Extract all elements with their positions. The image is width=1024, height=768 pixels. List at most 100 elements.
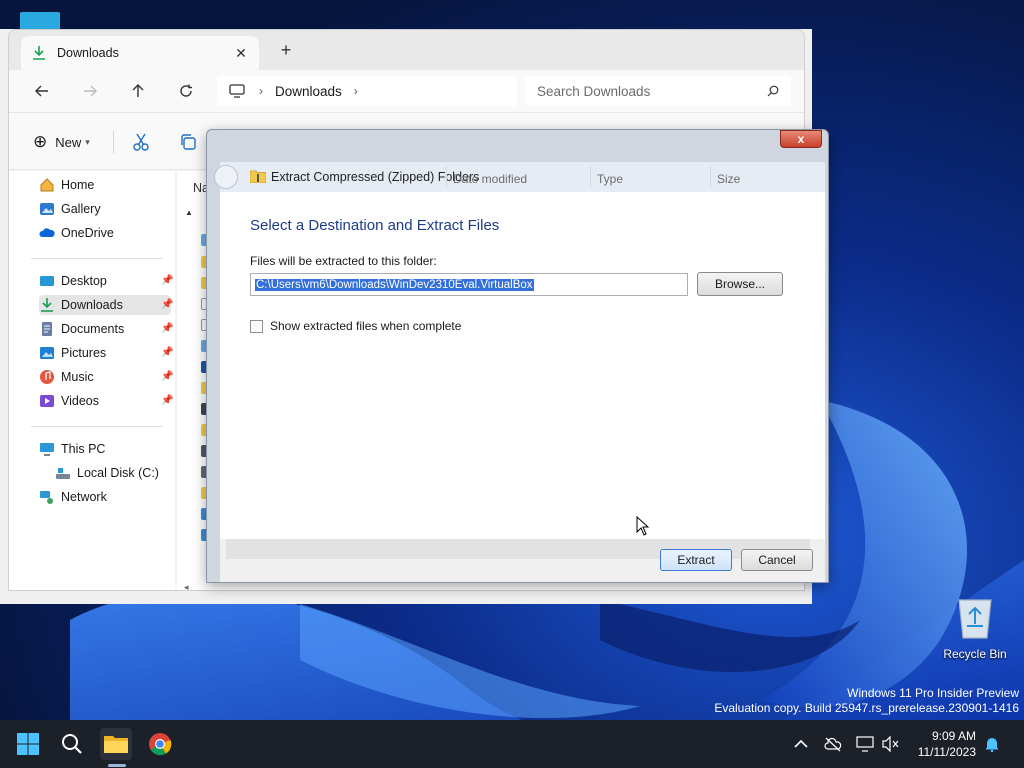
nav-item-this-pc[interactable]: This PC	[39, 439, 171, 459]
pin-icon[interactable]: 📌	[161, 371, 173, 383]
pin-icon[interactable]: 📌	[161, 323, 173, 335]
chevron-right-icon[interactable]: ›	[259, 84, 263, 98]
clock-time: 9:09 AM	[931, 729, 976, 743]
dialog-footer: Extract Cancel	[220, 539, 825, 582]
evaluation-watermark: Windows 11 Pro Insider Preview Evaluatio…	[714, 686, 1019, 716]
nav-item-label: Documents	[61, 322, 125, 336]
dialog-heading: Select a Destination and Extract Files	[250, 217, 500, 234]
monitor-icon	[229, 84, 245, 98]
new-tab-button[interactable]: +	[277, 40, 295, 60]
search-input[interactable]: Search Downloads	[525, 76, 791, 106]
watermark-line-1: Windows 11 Pro Insider Preview	[847, 686, 1019, 700]
column-separator	[710, 166, 711, 188]
desktop-icon	[40, 276, 54, 286]
nav-item-label: This PC	[61, 442, 106, 456]
nav-item-videos[interactable]: Videos 📌	[39, 391, 173, 411]
nav-item-local-disk[interactable]: Local Disk (C:)	[55, 463, 187, 483]
watermark-line-2: Evaluation copy. Build 25947.rs_prerelea…	[714, 701, 1019, 715]
nav-item-downloads[interactable]: Downloads 📌	[39, 295, 173, 315]
mouse-cursor-icon	[636, 516, 650, 536]
taskbar-clock[interactable]: 9:09 AM 11/11/2023	[900, 728, 976, 760]
nav-item-label: Pictures	[61, 346, 107, 360]
show-hidden-icons-button[interactable]	[791, 734, 811, 754]
search-icon	[62, 734, 82, 754]
show-files-label[interactable]: Show extracted files when complete	[270, 319, 461, 333]
new-button[interactable]: ⊕ New ▾	[33, 132, 90, 152]
videos-icon	[40, 395, 54, 407]
back-arrow-icon[interactable]	[214, 165, 238, 189]
pin-icon[interactable]: 📌	[161, 275, 173, 287]
collapse-caret-icon[interactable]: ▲	[185, 208, 193, 217]
ghost-column-size: Size	[717, 172, 741, 186]
windows-logo-icon	[17, 733, 39, 755]
address-bar[interactable]: › Downloads ›	[217, 76, 517, 106]
nav-item-music[interactable]: Music 📌	[39, 367, 173, 387]
nav-item-network[interactable]: Network	[39, 487, 171, 507]
speaker-muted-icon	[882, 736, 899, 752]
command-separator	[113, 131, 114, 153]
nav-item-label: Home	[61, 178, 95, 192]
scroll-left-icon[interactable]: ◂	[184, 582, 189, 590]
dialog-titlebar[interactable]: x	[207, 130, 828, 162]
copy-icon[interactable]	[179, 133, 197, 151]
active-app-indicator	[108, 764, 126, 767]
browse-button[interactable]: Browse...	[697, 272, 783, 296]
nav-item-desktop[interactable]: Desktop 📌	[39, 271, 173, 291]
nav-item-home[interactable]: Home	[39, 175, 171, 195]
cancel-button[interactable]: Cancel	[741, 549, 813, 571]
search-button[interactable]	[56, 728, 88, 760]
chevron-down-icon: ▾	[85, 136, 90, 147]
arrow-left-icon	[35, 85, 48, 97]
refresh-button[interactable]	[175, 80, 197, 102]
show-files-checkbox[interactable]	[250, 320, 263, 333]
up-button[interactable]	[127, 80, 149, 102]
navigation-bar: › Downloads › Search Downloads	[9, 70, 804, 112]
nav-item-label: Gallery	[61, 202, 101, 216]
pin-icon[interactable]: 📌	[161, 395, 173, 407]
nav-divider	[31, 258, 163, 259]
forward-button[interactable]	[79, 80, 101, 102]
clock-date: 11/11/2023	[917, 745, 976, 759]
recycle-bin-icon	[958, 599, 992, 639]
nav-item-label: OneDrive	[61, 226, 114, 240]
dialog-header: Extract Compressed (Zipped) Folders Date…	[214, 162, 825, 192]
zip-folder-icon	[250, 170, 266, 183]
destination-path-input[interactable]: C:\Users\vm6\Downloads\WinDev2310Eval.Vi…	[250, 273, 688, 296]
cut-icon[interactable]	[131, 132, 151, 152]
ghost-column-date: Date modified	[453, 172, 528, 186]
tab-close-icon[interactable]: ✕	[233, 45, 249, 61]
desktop-icon-partial[interactable]	[20, 12, 60, 30]
start-button[interactable]	[12, 728, 44, 760]
back-button[interactable]	[31, 80, 53, 102]
nav-item-documents[interactable]: Documents 📌	[39, 319, 173, 339]
pin-icon[interactable]: 📌	[161, 347, 173, 359]
ghost-column-type: Type	[597, 172, 624, 186]
volume-icon[interactable]	[881, 734, 901, 754]
notifications-button[interactable]	[982, 734, 1002, 754]
pictures-icon	[40, 347, 54, 359]
nav-item-onedrive[interactable]: OneDrive	[39, 223, 171, 243]
dialog-close-button[interactable]: x	[780, 130, 822, 148]
folder-icon	[104, 736, 128, 753]
nav-item-gallery[interactable]: Gallery	[39, 199, 171, 219]
tab-downloads[interactable]: Downloads ✕	[21, 36, 259, 70]
recycle-bin[interactable]: Recycle Bin	[938, 596, 1012, 661]
nav-item-label: Videos	[61, 394, 99, 408]
pin-icon[interactable]: 📌	[161, 299, 173, 311]
dialog-body: Select a Destination and Extract Files F…	[220, 192, 825, 539]
nav-item-pictures[interactable]: Pictures 📌	[39, 343, 173, 363]
breadcrumb-downloads[interactable]: Downloads	[275, 84, 342, 99]
arrow-up-icon	[132, 84, 144, 97]
chrome-taskbar-button[interactable]	[144, 728, 176, 760]
extract-dialog: x Extract Compressed (Zipped) Folders Da…	[206, 129, 829, 583]
documents-icon	[42, 322, 52, 336]
monitor-icon	[856, 736, 874, 752]
search-icon	[767, 85, 779, 97]
file-explorer-taskbar-button[interactable]	[100, 728, 132, 760]
extract-button[interactable]: Extract	[660, 549, 732, 571]
display-icon[interactable]	[855, 734, 875, 754]
music-icon	[40, 370, 54, 384]
chevron-right-icon[interactable]: ›	[354, 84, 358, 98]
network-status-icon[interactable]	[823, 734, 843, 754]
chrome-icon	[149, 733, 172, 756]
